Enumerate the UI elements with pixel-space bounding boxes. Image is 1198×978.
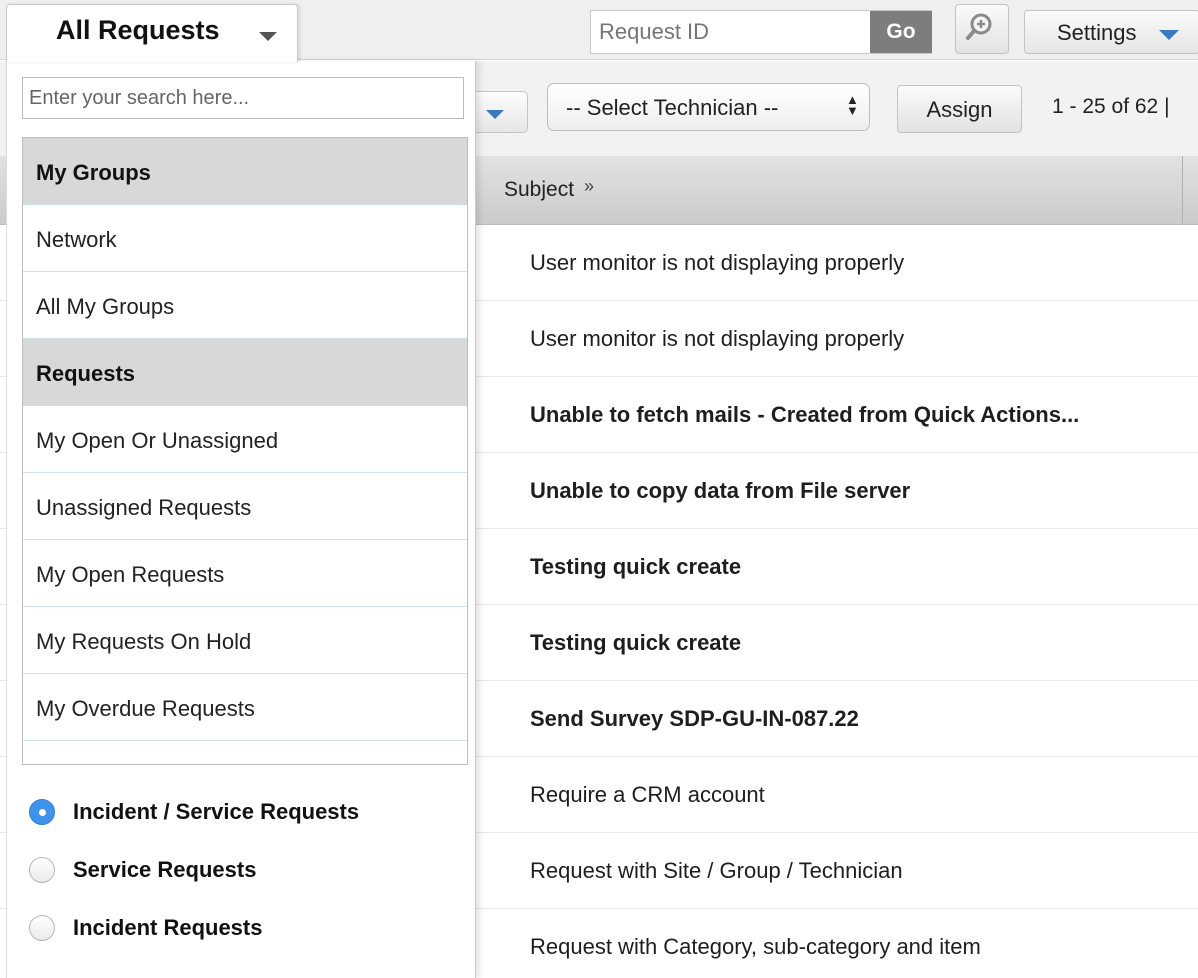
filter-group-title: My Groups <box>36 160 151 185</box>
radio-button[interactable] <box>29 857 55 883</box>
chevron-down-icon <box>1159 30 1179 40</box>
filter-search-input[interactable] <box>22 77 464 119</box>
column-divider <box>1182 156 1183 225</box>
request-type-radios: Incident / Service Requests Service Reque… <box>25 791 465 965</box>
filter-group-header: Requests <box>23 339 467 406</box>
radio-label: Incident / Service Requests <box>73 799 360 824</box>
radio-button[interactable] <box>29 799 55 825</box>
filter-group-header: My Groups <box>23 138 467 205</box>
filter-item-label: My Requests On Hold <box>36 629 252 654</box>
request-type-option[interactable]: Incident Requests <box>25 907 465 965</box>
pagination-info: 1 - 25 of 62 | <box>1052 95 1170 118</box>
sort-icon[interactable]: » <box>584 176 594 197</box>
up-down-icon: ▲ ▼ <box>846 92 859 118</box>
filter-group-title: Requests <box>36 361 136 386</box>
request-subject-link[interactable]: Testing quick create <box>530 554 741 580</box>
filter-dropdown-panel: My Groups Network All My Groups Requests My … <box>6 61 476 978</box>
view-selector-tab[interactable]: All Requests <box>6 4 298 62</box>
search-plus-icon <box>966 13 992 40</box>
filter-item[interactable]: My Requests On Hold <box>23 607 467 674</box>
chevron-down-icon <box>259 32 277 41</box>
request-subject-link[interactable]: Unable to copy data from File server <box>530 478 910 504</box>
view-title: All Requests <box>56 15 220 45</box>
request-type-option[interactable]: Incident / Service Requests <box>25 791 465 849</box>
quick-search-button[interactable] <box>955 4 1009 54</box>
request-subject-link[interactable]: User monitor is not displaying properly <box>530 250 904 276</box>
radio-button[interactable] <box>29 915 55 941</box>
filter-item-label: My Open Requests <box>36 562 225 587</box>
filter-item[interactable]: Network <box>23 205 467 272</box>
request-subject-link[interactable]: Request with Category, sub-category and … <box>530 934 981 960</box>
filter-item-label: Network <box>36 227 117 252</box>
chevron-down-icon <box>486 110 504 119</box>
assign-button[interactable]: Assign <box>897 85 1022 133</box>
request-subject-link[interactable]: Require a CRM account <box>530 782 765 808</box>
request-id-input[interactable] <box>591 11 869 53</box>
actions-dropdown[interactable] <box>470 91 528 133</box>
filter-list[interactable]: My Groups Network All My Groups Requests My … <box>22 137 468 765</box>
filter-item-label: Unassigned Requests <box>36 495 252 520</box>
request-type-option[interactable]: Service Requests <box>25 849 465 907</box>
settings-label: Settings <box>1057 20 1137 45</box>
filter-item[interactable]: All My Groups <box>23 272 467 339</box>
request-subject-link[interactable]: Testing quick create <box>530 630 741 656</box>
filter-item-label: All My Groups <box>36 294 175 319</box>
filter-item[interactable]: My Open Or Unassigned <box>23 406 467 473</box>
request-subject-link[interactable]: User monitor is not displaying properly <box>530 326 904 352</box>
column-header-subject[interactable]: Subject <box>504 178 574 202</box>
filter-item-label: My Open Or Unassigned <box>36 428 279 453</box>
filter-item-label: My Overdue Requests <box>36 696 255 721</box>
request-subject-link[interactable]: Request with Site / Group / Technician <box>530 858 903 884</box>
go-button[interactable]: Go <box>870 11 932 53</box>
technician-select-value: -- Select Technician -- <box>566 95 779 120</box>
settings-button[interactable]: Settings <box>1024 10 1198 54</box>
filter-item[interactable]: My Overdue Requests <box>23 674 467 741</box>
radio-label: Incident Requests <box>73 915 263 940</box>
request-subject-link[interactable]: Send Survey SDP-GU-IN-087.22 <box>530 706 859 732</box>
radio-label: Service Requests <box>73 857 257 882</box>
technician-select[interactable]: -- Select Technician -- ▲ ▼ <box>547 83 870 131</box>
request-id-search: Go <box>590 10 932 54</box>
filter-item[interactable]: Unassigned Requests <box>23 473 467 540</box>
request-subject-link[interactable]: Unable to fetch mails - Created from Qui… <box>530 402 1079 428</box>
filter-item[interactable]: My Open Requests <box>23 540 467 607</box>
